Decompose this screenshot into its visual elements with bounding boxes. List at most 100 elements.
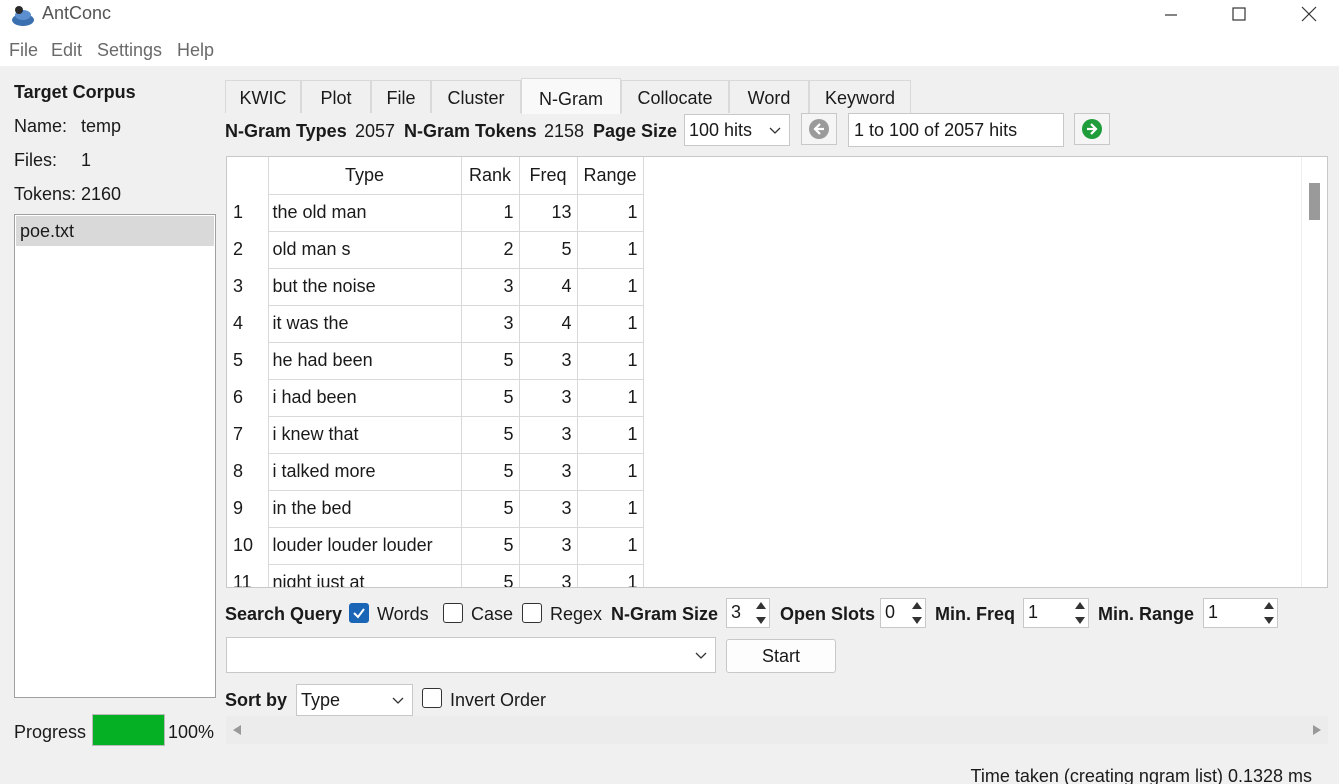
corpus-tokens-value: 2160 [81,184,122,204]
column-header-rank[interactable]: Rank [461,157,520,194]
column-header-range[interactable]: Range [577,157,644,194]
tab-keyword[interactable]: Keyword [809,80,911,113]
menu-edit[interactable]: Edit [51,40,82,61]
case-checkbox[interactable] [443,603,463,623]
scrollbar-thumb[interactable] [1309,183,1320,220]
table-row[interactable]: 10 louder louder louder 5 3 1 [227,526,644,565]
cell-type: but the noise [267,267,462,306]
cell-rank: 5 [460,341,520,380]
spinner-arrows-icon[interactable] [911,601,923,625]
invert-order-checkbox[interactable] [422,688,442,708]
row-number: 8 [227,453,269,490]
maximize-icon[interactable] [1204,0,1274,28]
cell-rank: 1 [460,193,520,232]
table-row[interactable]: 8i talked more 5 3 1 [227,452,644,491]
ngram-tokens-value: 2158 [544,121,585,141]
ngram-results-table[interactable]: Type Rank Freq Range 1 the old man 1 13 1 2 ol… [226,156,1328,588]
min-range-label: Min. Range [1098,604,1195,624]
target-corpus-heading: Target Corpus [14,82,136,102]
ngram-size-label: N-Gram Size [611,604,719,624]
min-range-spinner[interactable]: 1 [1203,598,1278,628]
table-row[interactable]: 1 the old man 1 13 1 [227,193,644,232]
cell-range: 1 [576,489,644,528]
cell-range: 1 [576,341,644,380]
tab-word[interactable]: Word [729,80,809,113]
spinner-arrows-icon[interactable] [1074,601,1086,625]
cell-rank: 3 [460,267,520,306]
ngram-size-spinner[interactable]: 3 [726,598,770,628]
table-row[interactable]: 7i knew that 5 3 1 [227,415,644,454]
cell-freq: 5 [518,230,578,269]
column-header-type[interactable]: Type [268,157,462,194]
minimize-icon[interactable] [1136,0,1206,28]
case-label: Case [471,604,514,624]
cell-type: i knew that [267,415,462,454]
sort-by-select[interactable]: Type [296,684,413,716]
cell-type: it was the [267,304,462,343]
menu-file[interactable]: File [9,40,38,61]
cell-freq: 3 [518,489,578,528]
tab-kwic[interactable]: KWIC [225,80,301,113]
chevron-down-icon[interactable] [695,651,707,661]
next-page-button[interactable] [1074,113,1110,145]
arrow-left-icon [809,119,829,139]
open-slots-spinner[interactable]: 0 [880,598,926,628]
cell-range: 1 [576,193,644,232]
column-header-freq[interactable]: Freq [519,157,578,194]
cell-range: 1 [576,304,644,343]
tab-file[interactable]: File [371,80,431,113]
cell-type: i had been [267,378,462,417]
scroll-left-icon[interactable] [232,724,242,736]
menu-help[interactable]: Help [177,40,214,61]
table-row[interactable]: 6i had been 5 3 1 [227,378,644,417]
table-row[interactable]: 9 in the bed 5 3 1 [227,489,644,528]
previous-page-button[interactable] [801,113,837,145]
hits-range-field[interactable]: 1 to 100 of 2057 hits [848,113,1064,147]
row-number: 9 [227,490,269,527]
page-size-select[interactable]: 100 hits [684,114,790,146]
horizontal-scrollbar[interactable] [226,716,1328,744]
menu-settings[interactable]: Settings [97,40,162,61]
corpus-files-value: 1 [81,150,92,170]
tab-cluster[interactable]: Cluster [431,80,521,113]
cell-range: 1 [576,267,644,306]
invert-order-label: Invert Order [450,690,547,710]
min-freq-spinner[interactable]: 1 [1023,598,1089,628]
search-query-input[interactable] [226,637,716,673]
spinner-arrows-icon[interactable] [755,601,767,625]
status-text: Time taken (creating ngram list) 0.1328 … [970,766,1312,784]
file-list-item[interactable]: poe.txt [16,216,214,246]
cell-rank: 5 [460,489,520,528]
cell-type: louder louder louder [267,526,462,565]
row-number: 2 [227,231,269,268]
cell-freq: 4 [518,267,578,306]
vertical-scrollbar[interactable] [1301,157,1327,587]
row-number: 7 [227,416,269,453]
table-row[interactable]: 2 old man s251 [227,230,644,269]
table-row[interactable]: 3 but the noise 3 4 1 [227,267,644,306]
ngram-tokens-label: N-Gram Tokens [404,121,537,141]
cell-type: night just at [267,563,462,587]
tab-ngram[interactable]: N-Gram [521,78,621,114]
regex-checkbox[interactable] [522,603,542,623]
row-number: 10 [227,527,269,564]
table-row[interactable]: 11 night just at 5 3 1 [227,563,644,587]
corpus-file-list[interactable]: poe.txt [14,214,216,698]
spinner-arrows-icon[interactable] [1263,601,1275,625]
words-checkbox[interactable] [349,603,369,623]
tab-collocate[interactable]: Collocate [621,80,729,113]
min-freq-label: Min. Freq [935,604,1015,624]
scroll-right-icon[interactable] [1312,724,1322,736]
window-title: AntConc [42,3,112,23]
sort-by-value: Type [301,690,341,710]
chevron-down-icon [392,697,404,704]
table-row[interactable]: 5 he had been 5 3 1 [227,341,644,380]
cell-rank: 5 [460,563,520,587]
close-icon[interactable] [1274,0,1339,28]
table-row[interactable]: 4 it was the 3 4 1 [227,304,644,343]
corpus-name-value: temp [81,116,122,136]
row-number: 4 [227,305,269,342]
progress-bar [92,714,165,746]
tab-plot[interactable]: Plot [301,80,371,113]
start-button[interactable]: Start [726,639,836,673]
